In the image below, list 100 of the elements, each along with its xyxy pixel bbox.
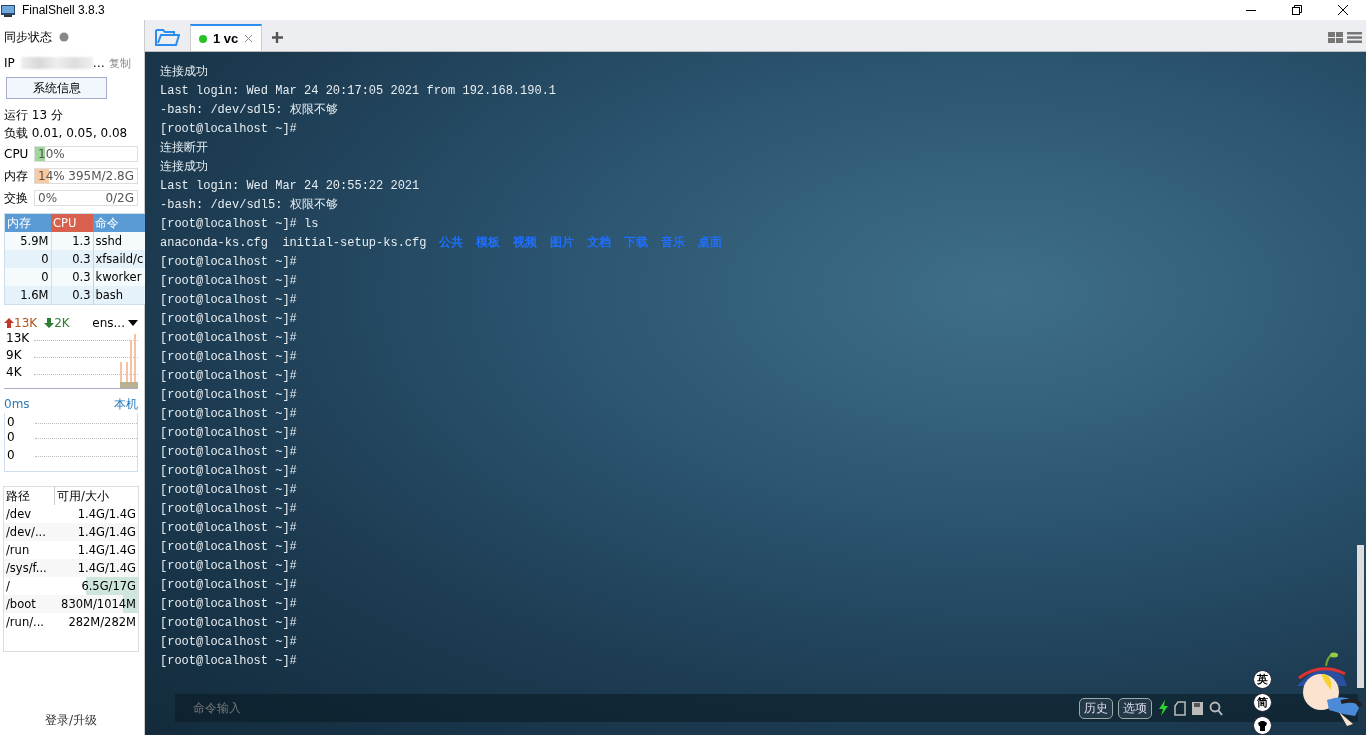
download-arrow-icon [44, 318, 55, 328]
file-listing: anaconda-ks.cfg initial-setup-ks.cfg [160, 236, 427, 250]
ip-value: … [92, 56, 105, 70]
terminal-line: Last login: Wed Mar 24 20:17:05 2021 from 192.168.190.1 [160, 84, 557, 98]
terminal-line: [root@localhost ~]# [160, 597, 297, 611]
table-cell: 1.4G/1.4G [54, 505, 139, 523]
table-cell: 5.9M [4, 232, 51, 250]
table-cell: /sys/f... [3, 559, 55, 577]
terminal-line: -bash: /dev/sdl5: 权限不够 [160, 198, 338, 212]
axis-label: 0 [7, 448, 15, 462]
meter-label: CPU [4, 147, 30, 161]
usage-detail: 395M/2.8G [68, 169, 134, 183]
terminal-line: [root@localhost ~]# [160, 388, 297, 402]
column-header[interactable]: CPU [51, 213, 93, 232]
dropdown-caret-icon [128, 320, 138, 326]
terminal-line: [root@localhost ~]# [160, 312, 297, 326]
table-cell: 1.4G/1.4G [54, 523, 139, 541]
terminal-line: [root@localhost ~]# [160, 464, 297, 478]
shirt-icon [1257, 720, 1268, 731]
directory-name: 桌面 [698, 236, 723, 250]
table-cell: 0 [4, 268, 51, 286]
terminal-line: Last login: Wed Mar 24 20:55:22 2021 [160, 179, 420, 193]
grid-view-icon[interactable] [1328, 32, 1343, 43]
toolbar-button[interactable]: 历史 [1079, 697, 1113, 719]
terminal-line: [root@localhost ~]# ls [160, 217, 319, 231]
window-title: FinalShell 3.8.3 [22, 3, 105, 17]
toolbar-button[interactable]: 选项 [1118, 697, 1152, 719]
terminal-line: 连接成功 [160, 160, 208, 174]
table-cell: /run [3, 541, 55, 559]
meter-label: 内存 [4, 167, 29, 185]
table-cell: sshd [93, 232, 148, 250]
ping-target: 本机 [114, 395, 138, 413]
restore-icon [1292, 5, 1302, 15]
terminal-line: 连接成功 [160, 65, 208, 79]
uptime-text: 运行 13 分 [4, 107, 64, 124]
app-icon [0, 3, 16, 17]
upload-speed: 13K [14, 316, 38, 330]
meter-label: 交换 [4, 189, 29, 207]
save-icon[interactable] [1191, 700, 1204, 716]
table-cell: 1.4G/1.4G [54, 541, 139, 559]
table-cell: 1.6M [4, 286, 51, 305]
table-cell: kworker [93, 268, 148, 286]
axis-label: 13K [6, 331, 30, 345]
table-cell: 0.3 [51, 250, 93, 268]
terminal-line: [root@localhost ~]# [160, 407, 297, 421]
directory-name: 模板 [476, 236, 501, 250]
directory-name: 文档 [587, 236, 612, 250]
terminal-line: [root@localhost ~]# [160, 293, 297, 307]
axis-label: 4K [6, 365, 22, 379]
terminal-line: [root@localhost ~]# [160, 426, 297, 440]
plus-icon[interactable] [272, 32, 284, 43]
search-icon[interactable] [1209, 700, 1223, 716]
terminal-line: [root@localhost ~]# [160, 521, 297, 535]
table-cell: /dev/... [3, 523, 55, 541]
terminal-line: [root@localhost ~]# [160, 654, 297, 668]
terminal-line: [root@localhost ~]# [160, 369, 297, 383]
terminal-line: [root@localhost ~]# [160, 445, 297, 459]
lightning-icon[interactable] [1157, 700, 1169, 716]
terminal-line: [root@localhost ~]# [160, 122, 297, 136]
terminal-line: [root@localhost ~]# [160, 255, 297, 269]
usage-percent: 0% [38, 191, 58, 205]
directory-name: 下载 [624, 236, 649, 250]
terminal-line: -bash: /dev/sdl5: 权限不够 [160, 103, 338, 117]
directory-name: 公共 [439, 236, 464, 250]
terminal-line: [root@localhost ~]# [160, 540, 297, 554]
table-cell: 1.4G/1.4G [54, 559, 139, 577]
terminal-line: [root@localhost ~]# [160, 502, 297, 516]
terminal-line: [root@localhost ~]# [160, 331, 297, 345]
terminal-line: [root@localhost ~]# [160, 616, 297, 630]
terminal-line: [root@localhost ~]# [160, 350, 297, 364]
list-view-icon[interactable] [1347, 32, 1362, 43]
table-cell: / [3, 577, 55, 595]
session-tab[interactable]: 1 vc [190, 24, 263, 51]
table-cell: 282M/282M [54, 613, 139, 631]
table-cell: /run/... [3, 613, 55, 631]
copy-link[interactable]: 复制 [108, 55, 131, 71]
terminal-line: [root@localhost ~]# [160, 635, 297, 649]
usage-detail: 0/2G [105, 191, 134, 205]
column-header[interactable]: 可用/大小 [54, 486, 139, 505]
system-info-button[interactable]: 系统信息 [6, 77, 107, 99]
table-cell: bash [93, 286, 148, 305]
terminal-line: [root@localhost ~]# [160, 274, 297, 288]
terminal-line: [root@localhost ~]# [160, 559, 297, 573]
interface-dropdown[interactable]: ens... [92, 316, 125, 330]
table-cell: 0.3 [51, 286, 93, 305]
command-input[interactable]: 命令输入 [191, 700, 1074, 716]
table-cell: 6.5G/17G [54, 577, 139, 595]
ime-button[interactable]: 简 [1253, 693, 1272, 712]
ime-button[interactable] [1253, 716, 1272, 735]
usage-percent: 14% [38, 169, 65, 183]
login-upgrade-link[interactable]: 登录/升级 [4, 712, 138, 729]
ime-button[interactable]: 英 [1253, 670, 1272, 689]
table-cell: 0.3 [51, 268, 93, 286]
folder-icon[interactable] [155, 26, 180, 46]
table-cell: /dev [3, 505, 55, 523]
close-icon [1338, 5, 1348, 15]
traffic-sparkline [120, 332, 138, 388]
document-icon[interactable] [1174, 700, 1186, 716]
close-icon[interactable] [244, 34, 254, 43]
sync-status-label: 同步状态 [4, 28, 52, 46]
